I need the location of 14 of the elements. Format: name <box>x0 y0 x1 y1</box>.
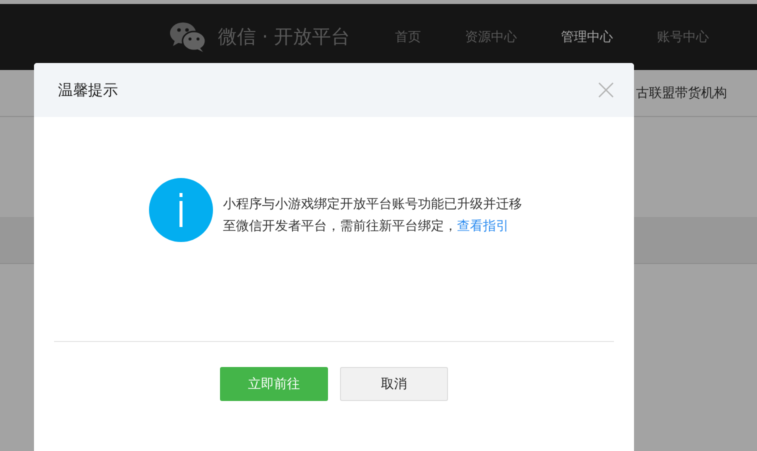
close-icon[interactable] <box>598 82 614 98</box>
nav-link[interactable]: 管理中心 <box>554 28 620 46</box>
confirm-button[interactable]: 立即前往 <box>220 367 328 401</box>
info-icon <box>149 178 213 242</box>
nav-link[interactable]: 资源中心 <box>458 28 524 46</box>
nav-link[interactable]: 账号中心 <box>650 28 716 46</box>
subnav-link[interactable]: 古联盟带货机构 <box>636 84 727 102</box>
guide-link[interactable]: 查看指引 <box>457 219 509 234</box>
message-text: 小程序与小游戏绑定开放平台账号功能已升级并迁移至微信开发者平台，需前往新平台绑定，查看指引 <box>223 196 523 236</box>
dialog-title: 温馨提示 <box>58 80 118 100</box>
brand-title: 微信 · 开放平台 <box>218 25 350 50</box>
nav-link[interactable]: 首页 <box>388 28 428 46</box>
cancel-button[interactable]: 取消 <box>340 367 448 401</box>
chat-bubbles-icon <box>170 22 206 52</box>
